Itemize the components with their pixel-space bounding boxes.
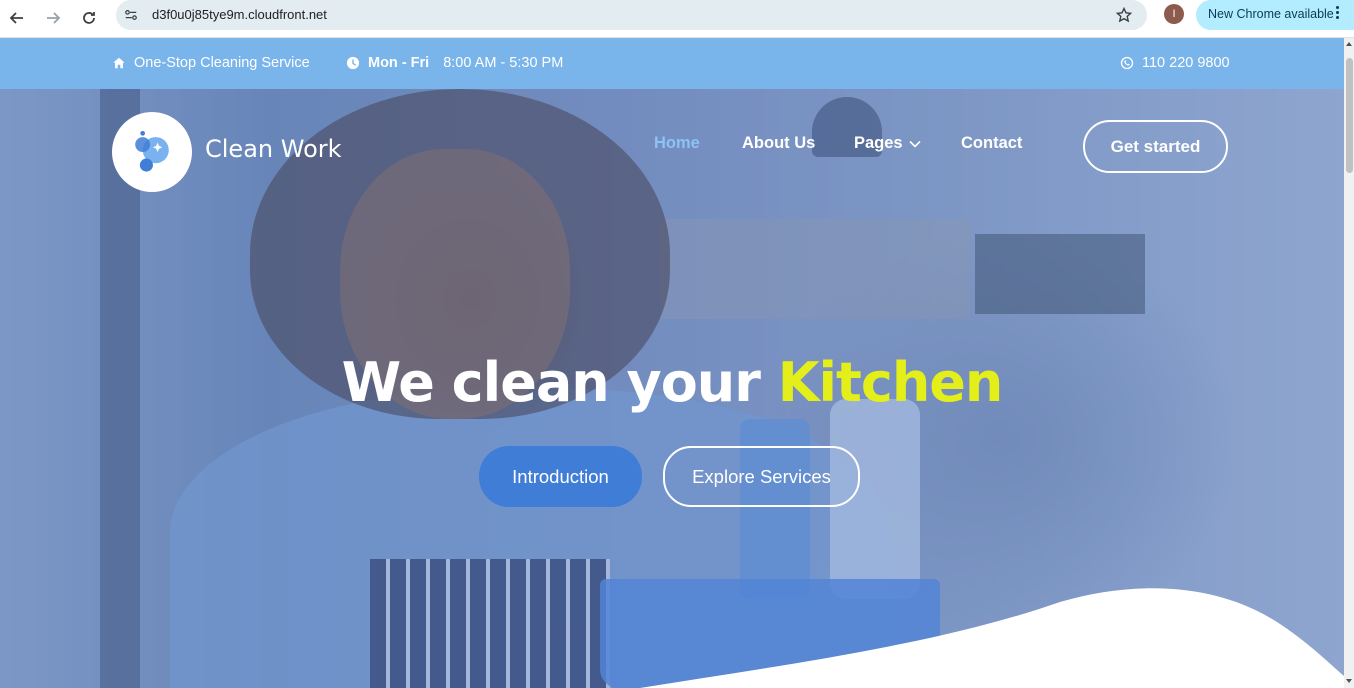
explore-services-button[interactable]: Explore Services [663, 446, 860, 507]
whatsapp-icon [1120, 56, 1134, 70]
scroll-down-icon[interactable] [1346, 678, 1352, 684]
hero-headline: We clean your Kitchen [0, 351, 1344, 414]
headline-accent: Kitchen [777, 351, 1004, 414]
profile-avatar[interactable]: I [1164, 4, 1184, 24]
update-chrome-button[interactable]: New Chrome available [1196, 0, 1354, 30]
star-icon[interactable] [1113, 4, 1135, 26]
service-text: One-Stop Cleaning Service [134, 55, 310, 71]
phone-info[interactable]: 110 220 9800 [1120, 55, 1230, 71]
url-text[interactable]: d3f0u0j85tye9m.cloudfront.net [152, 7, 327, 22]
nav-about-us[interactable]: About Us [742, 134, 815, 153]
forward-arrow-icon[interactable] [40, 5, 66, 31]
nav-contact[interactable]: Contact [961, 134, 1022, 153]
back-arrow-icon[interactable] [4, 5, 30, 31]
brand-name[interactable]: Clean Work [205, 135, 342, 163]
info-bar: One-Stop Cleaning Service Mon - Fri 8:00… [0, 38, 1344, 89]
phone-text[interactable]: 110 220 9800 [1142, 55, 1230, 71]
days-text: Mon - Fri [368, 55, 430, 71]
hero-section: Clean Work Home About Us Pages Contact G… [0, 89, 1344, 688]
scroll-up-icon[interactable] [1346, 41, 1352, 47]
site-info-icon[interactable] [122, 6, 140, 24]
chevron-down-icon [909, 140, 921, 148]
browser-toolbar: d3f0u0j85tye9m.cloudfront.net I New Chro… [0, 0, 1354, 38]
reload-icon[interactable] [76, 5, 102, 31]
hours-info: Mon - Fri 8:00 AM - 5:30 PM [346, 55, 563, 71]
home-icon [113, 57, 125, 69]
introduction-button[interactable]: Introduction [479, 446, 642, 507]
hero-wave-divider [640, 588, 1344, 688]
scroll-thumb[interactable] [1346, 58, 1353, 173]
nav-pages[interactable]: Pages [854, 134, 921, 153]
page-scrollbar[interactable] [1344, 38, 1354, 688]
update-label: New Chrome available [1208, 7, 1334, 21]
service-info: One-Stop Cleaning Service [112, 55, 310, 71]
nav-pages-label: Pages [854, 134, 903, 152]
brand-logo[interactable] [112, 112, 192, 192]
more-vert-icon[interactable] [1336, 6, 1340, 22]
address-bar[interactable]: d3f0u0j85tye9m.cloudfront.net [116, 0, 1147, 30]
bubbles-logo-icon [135, 131, 169, 172]
get-started-button[interactable]: Get started [1083, 120, 1228, 173]
hours-text: 8:00 AM - 5:30 PM [443, 55, 564, 71]
headline-main: We clean your [341, 351, 761, 414]
nav-home[interactable]: Home [654, 134, 700, 153]
clock-icon [346, 56, 360, 70]
